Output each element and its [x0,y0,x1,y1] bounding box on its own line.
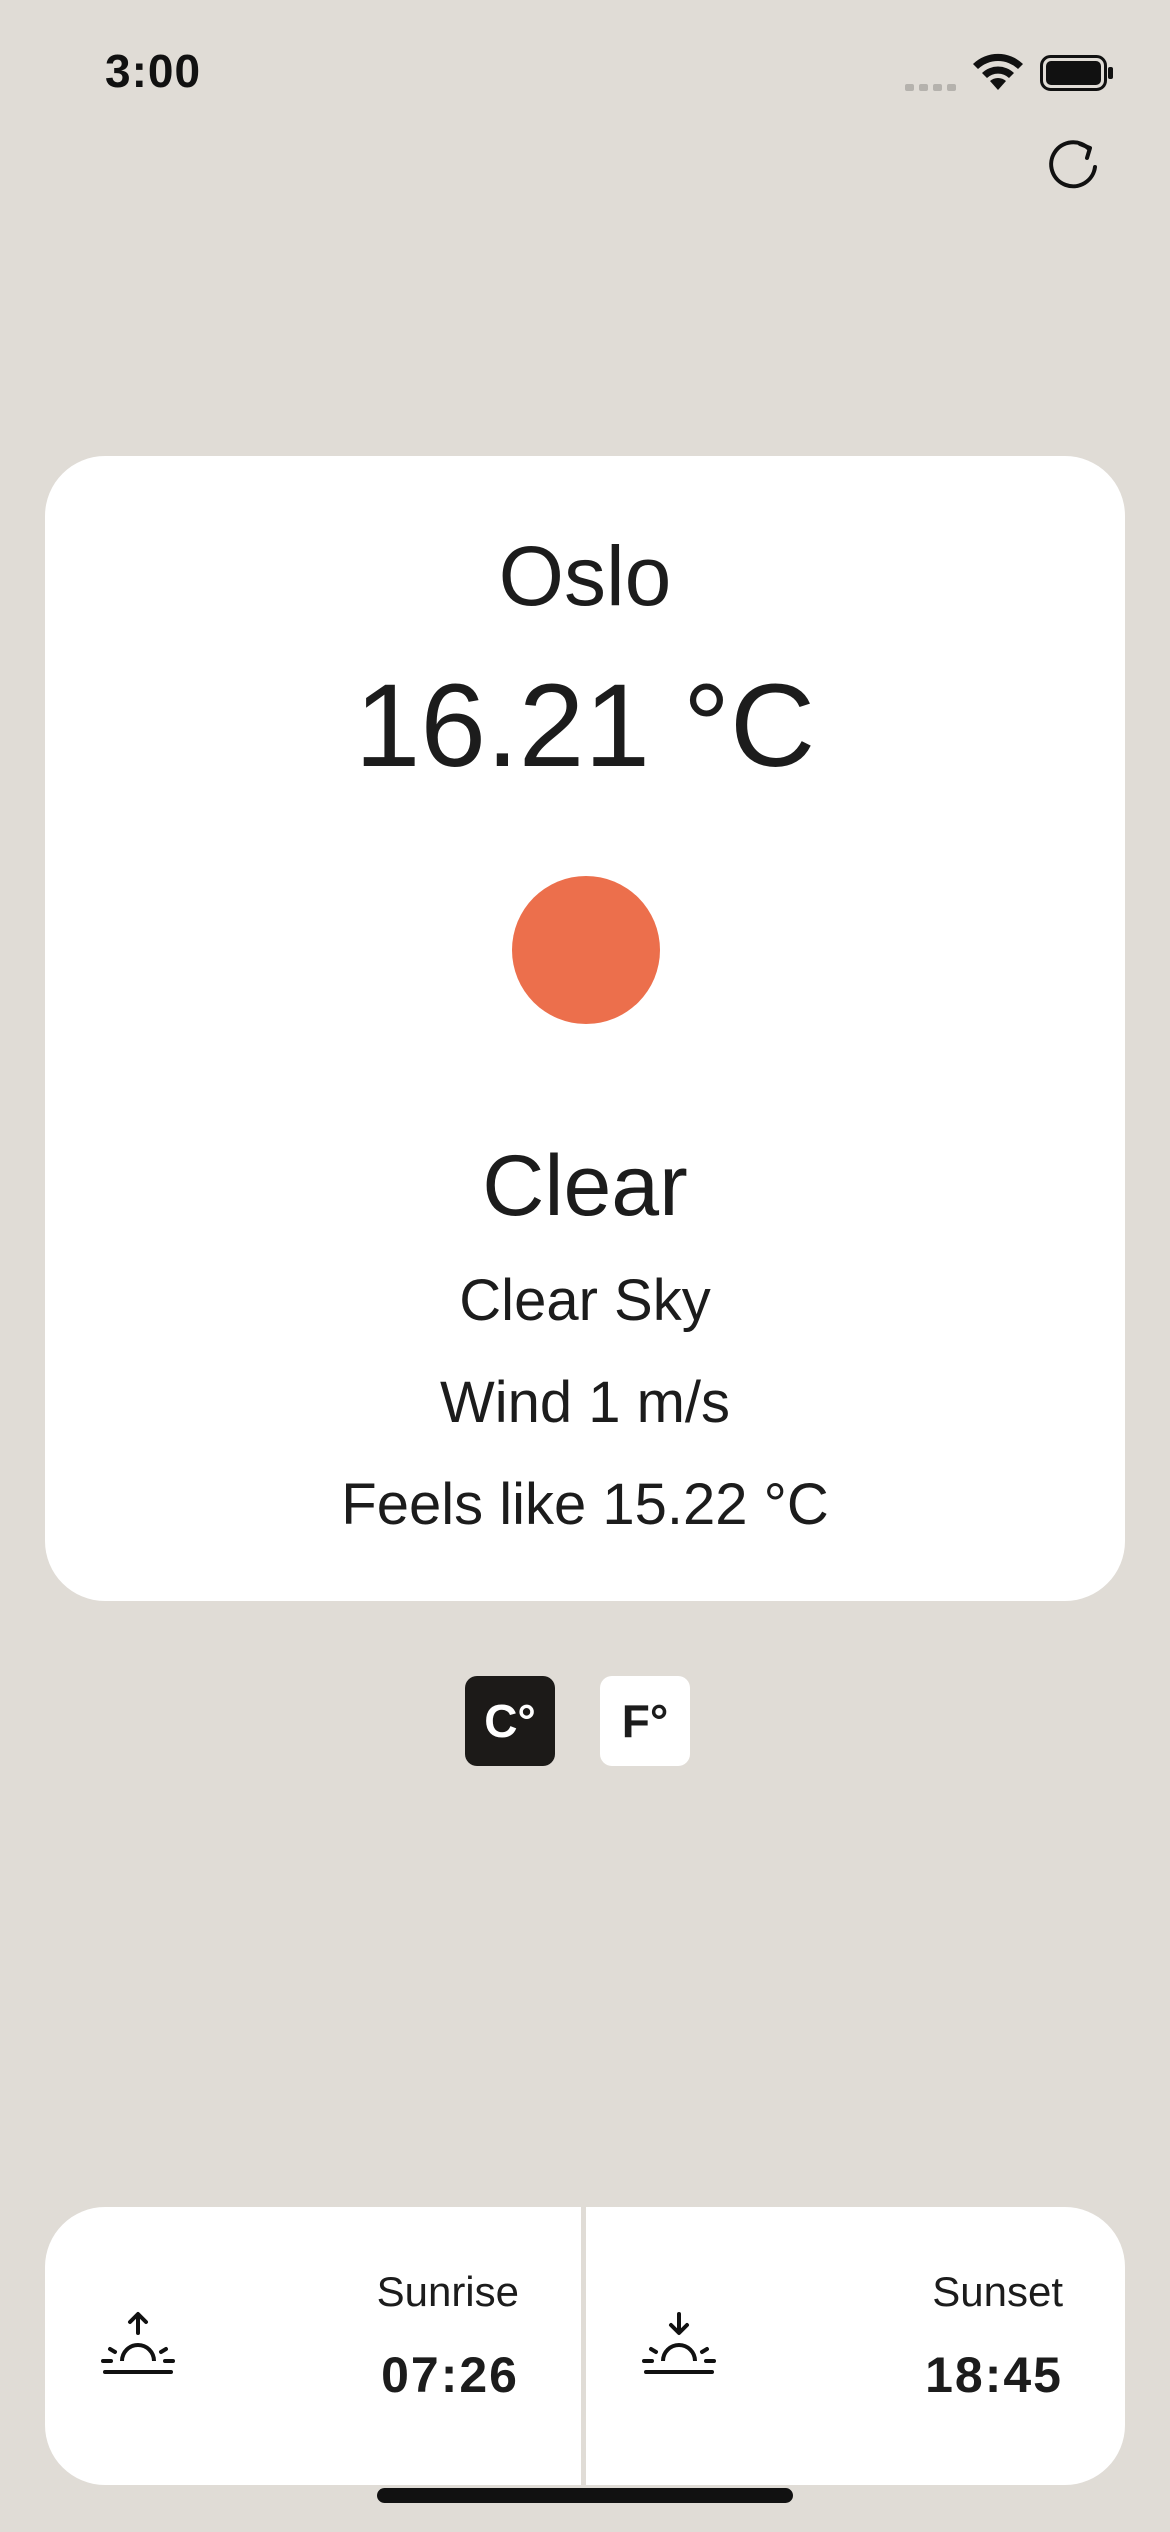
sunset-icon [642,2312,716,2374]
home-indicator[interactable] [377,2488,793,2503]
status-time: 3:00 [105,45,202,97]
sun-times-card: Sunrise 07:26 Sunset 18:45 [45,2207,1125,2485]
wind-speed: Wind 1 m/s [439,1370,731,1435]
sun-icon [512,876,660,1024]
wifi-icon [973,53,1023,90]
sunrise-panel: Sunrise 07:26 [45,2207,581,2485]
city-name: Oslo [498,529,672,623]
battery-icon [1040,55,1113,91]
refresh-button[interactable] [1040,130,1106,196]
cellular-signal-icon [905,84,956,91]
sunrise-icon [101,2312,175,2374]
sunset-panel: Sunset 18:45 [586,2207,1125,2485]
temperature: 16.21 °C [354,660,816,792]
status-bar: 3:00 [0,0,1170,150]
condition-main: Clear [482,1138,688,1234]
sunset-label: Sunset [932,2268,1063,2315]
sunrise-label: Sunrise [376,2268,519,2315]
feels-like: Feels like 15.22 °C [341,1472,829,1537]
condition-description: Clear Sky [459,1268,711,1333]
fahrenheit-toggle-button[interactable]: F° [600,1676,690,1766]
sunset-time: 18:45 [925,2347,1063,2403]
refresh-icon [1049,140,1097,189]
celsius-toggle-button[interactable]: C° [465,1676,555,1766]
sunrise-time: 07:26 [381,2347,519,2403]
weather-card: Oslo 16.21 °C Clear Clear Sky Wind 1 m/s… [45,456,1125,1601]
